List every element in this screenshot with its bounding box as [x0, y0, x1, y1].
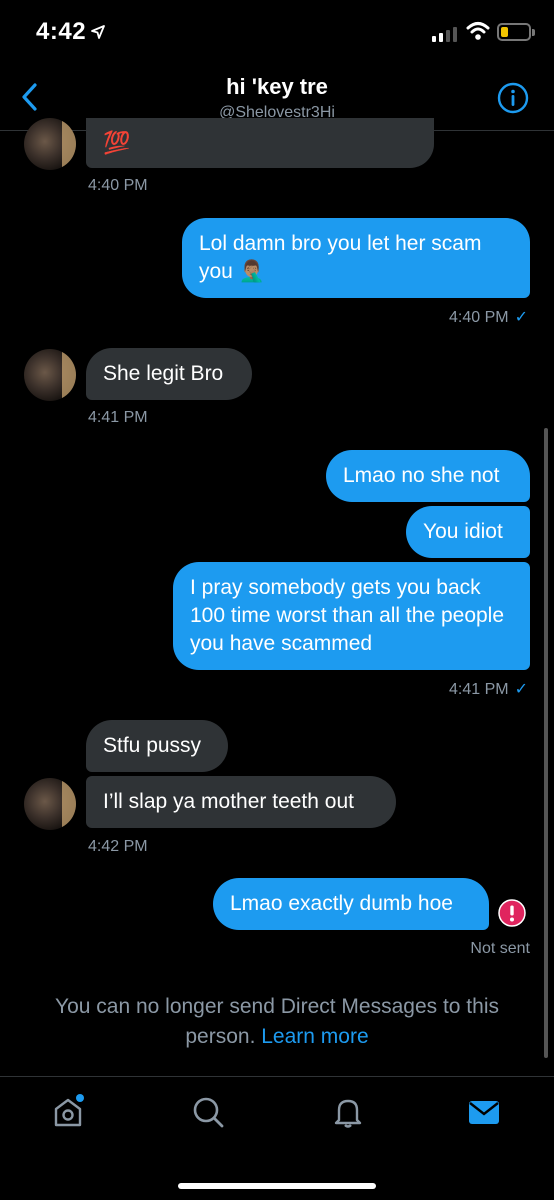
info-button[interactable]: [497, 82, 529, 114]
avatar[interactable]: [24, 778, 76, 830]
sent-message[interactable]: Lol damn bro you let her scam you 🤦🏽‍♂️: [182, 218, 530, 298]
learn-more-link[interactable]: Learn more: [261, 1025, 368, 1048]
battery-icon: [497, 23, 531, 41]
messages-icon[interactable]: [466, 1094, 502, 1130]
wifi-icon: [466, 22, 490, 40]
received-message[interactable]: I’ll slap ya mother teeth out: [86, 776, 396, 828]
search-icon[interactable]: [190, 1094, 226, 1130]
sent-message[interactable]: Lmao no she not: [326, 450, 530, 502]
cellular-signal-icon: [432, 24, 457, 42]
error-icon[interactable]: [497, 898, 527, 928]
sent-message[interactable]: You idiot: [406, 506, 530, 558]
received-message[interactable]: Stfu pussy: [86, 720, 228, 772]
message-timestamp: 4:42 PM: [88, 838, 148, 855]
home-icon[interactable]: [50, 1094, 86, 1130]
location-arrow-icon: [91, 25, 105, 39]
sent-message[interactable]: Lmao exactly dumb hoe: [213, 878, 489, 930]
avatar[interactable]: [24, 118, 76, 170]
message-timestamp: 4:40 PM: [88, 177, 148, 194]
blocked-notice: You can no longer send Direct Messages t…: [20, 992, 534, 1052]
conversation-title: hi 'key tre: [226, 74, 328, 99]
message-timestamp: 4:40 PM ✓: [449, 309, 528, 326]
scrollbar[interactable]: [544, 428, 548, 1058]
avatar[interactable]: [24, 349, 76, 401]
received-message[interactable]: She legit Bro: [86, 348, 252, 400]
notifications-icon[interactable]: [330, 1094, 366, 1130]
not-sent-status: Not sent: [470, 940, 530, 957]
tab-bar-divider: [0, 1076, 554, 1077]
home-indicator[interactable]: [178, 1183, 376, 1189]
message-timestamp: 4:41 PM: [88, 409, 148, 426]
battery-nub: [532, 29, 535, 36]
status-time: 4:42: [36, 18, 87, 45]
received-message[interactable]: 💯: [86, 118, 434, 168]
message-timestamp: 4:41 PM ✓: [449, 681, 528, 698]
sent-message[interactable]: I pray somebody gets you back 100 time w…: [173, 562, 530, 670]
